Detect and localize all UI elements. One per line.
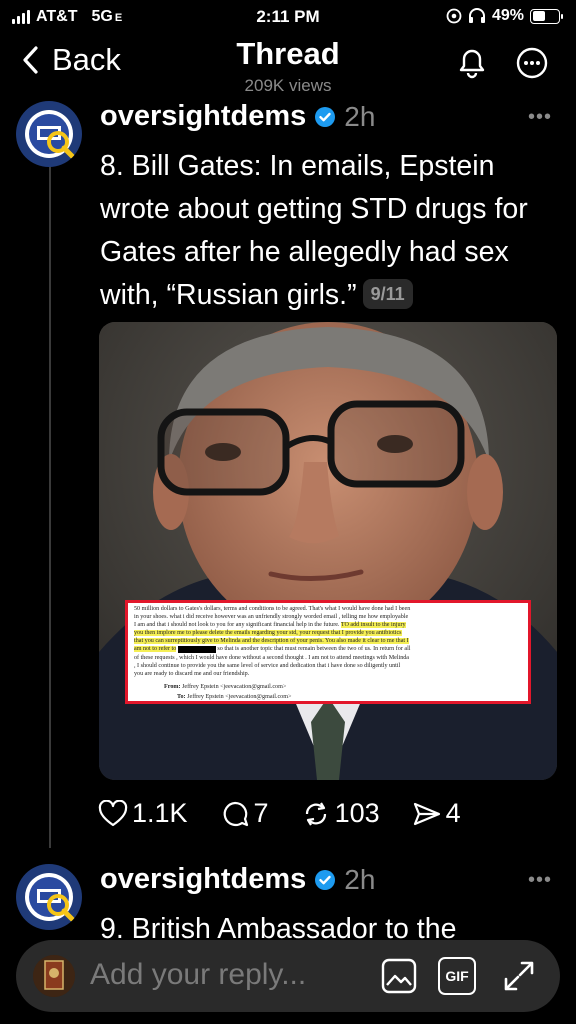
gif-label: GIF	[445, 968, 469, 984]
doc-line: in your shoes. what i did receive howeve…	[134, 614, 409, 621]
post-time: 2h	[344, 100, 376, 132]
post-time: 2h	[344, 863, 376, 895]
repost-button[interactable]: 103	[301, 798, 380, 829]
like-count: 1.1K	[132, 798, 188, 828]
status-bar: AT&T 5G E 2:11 PM 49%	[0, 0, 576, 36]
page-title: Thread	[236, 36, 340, 71]
post-more-icon[interactable]: •••	[528, 106, 552, 129]
portrait-photo	[99, 322, 557, 780]
bell-icon[interactable]	[455, 46, 489, 80]
view-count: 209K views	[244, 76, 332, 95]
doc-line-highlighted: that you can surreptitiously give to Mel…	[134, 638, 409, 645]
battery-icon	[530, 8, 563, 24]
more-options-icon[interactable]	[515, 46, 549, 80]
avatar[interactable]	[16, 864, 82, 930]
doc-line: I am and that i should not look to you f…	[134, 622, 406, 629]
share-count: 4	[445, 798, 461, 828]
author-name[interactable]: oversightdems	[100, 100, 306, 133]
share-button[interactable]: 4	[412, 798, 461, 829]
doc-line: you are ready to discard me and our frie…	[134, 670, 250, 677]
expand-icon[interactable]	[500, 957, 538, 995]
post-actions: 1.1K 7 103 4	[98, 798, 493, 829]
heart-icon	[98, 799, 128, 826]
verified-badge-icon	[315, 106, 336, 127]
post-more-icon[interactable]: •••	[528, 869, 552, 892]
thread-counter: 9/11	[362, 279, 413, 309]
battery-percent: 49%	[491, 7, 524, 24]
post-body: 9. British Ambassador to the	[100, 913, 457, 942]
nav-header: Back Thread 209K views	[0, 36, 576, 100]
seal-icon	[18, 866, 80, 928]
post-body: 8. Bill Gates: In emails, Epstein wrote …	[100, 150, 528, 311]
avatar[interactable]	[16, 101, 82, 167]
like-button[interactable]: 1.1K	[98, 798, 188, 829]
redaction-bar	[177, 645, 216, 653]
image-icon[interactable]	[380, 957, 418, 995]
reply-composer[interactable]: Add your reply... GIF	[16, 940, 560, 1012]
thread-connector	[49, 158, 51, 848]
gif-button[interactable]: GIF	[438, 957, 476, 995]
verified-badge-icon	[315, 869, 336, 890]
post-image[interactable]: 50 million dollars to Gates's dollars, t…	[99, 322, 557, 780]
reply-count: 7	[253, 798, 269, 828]
post-text: 8. Bill Gates: In emails, Epstein wrote …	[100, 145, 550, 317]
send-icon	[413, 802, 440, 825]
location-icon	[446, 8, 462, 24]
doc-line-highlighted: you then implore me to please delete the…	[134, 630, 402, 637]
post-header: oversightdems 2h	[100, 100, 375, 133]
user-avatar	[33, 955, 75, 997]
author-name[interactable]: oversightdems	[100, 863, 306, 896]
doc-line: 50 million dollars to Gates's dollars, t…	[134, 606, 411, 612]
doc-from: From: Jeffrey Epstein <jeevacation@gmail…	[164, 683, 287, 690]
post-text: 9. British Ambassador to the	[100, 908, 550, 942]
reply-input[interactable]: Add your reply...	[90, 958, 306, 992]
repost-count: 103	[334, 798, 380, 828]
email-screenshot: 50 million dollars to Gates's dollars, t…	[125, 600, 531, 704]
reply-button[interactable]: 7	[220, 798, 269, 829]
post-header: oversightdems 2h	[100, 863, 375, 896]
tarot-card-icon	[33, 955, 75, 997]
doc-line-highlighted: am not to refer to so that is another to…	[134, 645, 411, 653]
doc-to: To: Jeffrey Epstein <jeevacation@gmail.c…	[177, 693, 292, 700]
doc-line: of these requests , which I would have d…	[134, 654, 410, 661]
seal-icon	[18, 103, 80, 165]
comment-icon	[223, 801, 248, 826]
repost-icon	[305, 801, 326, 826]
headphones-icon	[468, 8, 485, 23]
doc-line: , I should continue to provide you the s…	[134, 662, 401, 669]
